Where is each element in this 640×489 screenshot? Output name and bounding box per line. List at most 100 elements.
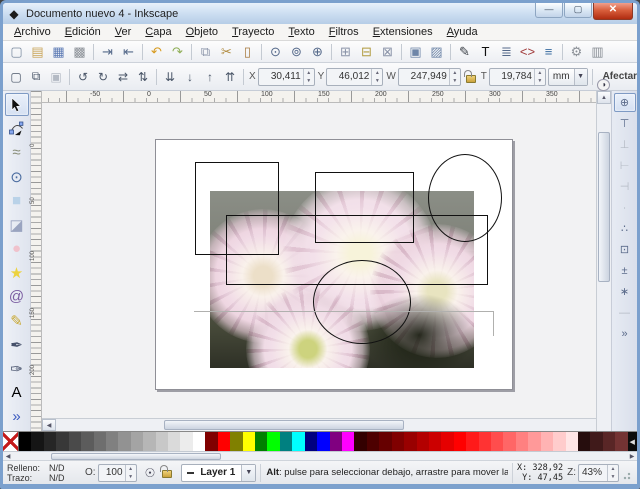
create-clone-icon[interactable]: ⊟	[356, 42, 377, 61]
preferences-icon[interactable]: ⚙	[566, 42, 587, 61]
save-document-icon[interactable]: ▦	[48, 42, 69, 61]
menu-item-texto[interactable]: Texto	[281, 25, 321, 39]
ellipse-shape-2[interactable]	[313, 260, 411, 344]
height-spinner[interactable]: ▲ ▼	[533, 68, 545, 85]
rotate-ccw-icon[interactable]: ↺	[73, 67, 93, 86]
spiral-tool-icon[interactable]: @	[5, 285, 29, 308]
color-swatch[interactable]	[118, 432, 131, 451]
color-swatch[interactable]	[404, 432, 417, 451]
color-swatch[interactable]	[453, 432, 467, 451]
tools-overflow-icon[interactable]: »	[5, 405, 29, 428]
snap-overflow-icon[interactable]: »	[614, 324, 636, 343]
snap-enable-icon[interactable]: ⊕	[613, 93, 636, 112]
flip-vertical-icon[interactable]: ⇅	[133, 67, 153, 86]
select-all-icon[interactable]: ▢	[6, 67, 26, 86]
menu-item-capa[interactable]: Capa	[138, 25, 178, 39]
horizontal-ruler[interactable]: -50 0 50 100 150 200 250 300 350	[42, 91, 596, 103]
color-swatch[interactable]	[565, 432, 578, 451]
select-all-layers-icon[interactable]: ⧉	[26, 67, 46, 86]
color-swatch[interactable]	[515, 432, 529, 451]
zoom-tool-icon[interactable]: ⊙	[5, 165, 29, 188]
color-swatch[interactable]	[354, 432, 367, 451]
width-spinner[interactable]: ▲ ▼	[448, 68, 460, 85]
color-swatch[interactable]	[491, 432, 504, 451]
raise-to-top-icon[interactable]: ⇈	[220, 67, 240, 86]
color-swatch[interactable]	[155, 432, 169, 451]
color-swatch[interactable]	[68, 432, 82, 451]
color-swatch[interactable]	[317, 432, 330, 451]
palette-scroll-left-icon[interactable]: ◀	[3, 453, 13, 460]
palette-scroll-thumb[interactable]	[51, 453, 221, 460]
ungroup-icon[interactable]: ▨	[426, 42, 447, 61]
close-button[interactable]: ✕	[593, 3, 633, 20]
menu-item-trayecto[interactable]: Trayecto	[225, 25, 281, 39]
rectangle-tool-icon[interactable]: ■	[5, 189, 29, 212]
color-swatch[interactable]	[441, 432, 454, 451]
resize-grip[interactable]	[623, 463, 633, 482]
x-spinner[interactable]: ▲ ▼	[302, 68, 314, 85]
color-swatch[interactable]	[205, 432, 218, 451]
import-document-icon[interactable]: ⇥	[97, 42, 118, 61]
xml-editor-icon[interactable]: <>	[517, 42, 538, 61]
color-swatch[interactable]	[304, 432, 318, 451]
zoom-spinner[interactable]: ▲ ▼	[607, 464, 618, 481]
paste-icon[interactable]: ▯	[237, 42, 258, 61]
calligraphy-tool-icon[interactable]: ✑	[5, 357, 29, 380]
vertical-scrollbar[interactable]: ◑ ▲	[596, 79, 611, 431]
menu-item-objeto[interactable]: Objeto	[179, 25, 225, 39]
snap-cusp-nodes-icon[interactable]: ∗	[614, 282, 636, 301]
align-dialog-icon[interactable]: ≡	[538, 42, 559, 61]
pencil-tool-icon[interactable]: ✎	[5, 309, 29, 332]
title-bar[interactable]: ◆ Documento nuevo 4 - Inkscape — ▢ ✕	[3, 3, 637, 24]
color-swatch[interactable]	[279, 432, 293, 451]
layer-visibility-eye-icon[interactable]: ☉	[145, 466, 156, 480]
copy-icon[interactable]: ⧉	[195, 42, 216, 61]
color-swatch[interactable]	[366, 432, 380, 451]
maximize-button[interactable]: ▢	[564, 3, 592, 18]
unlink-clone-icon[interactable]: ⊠	[377, 42, 398, 61]
snap-nodes-icon[interactable]: ∴	[614, 219, 636, 238]
snap-paths-icon[interactable]: ⊡	[614, 240, 636, 259]
menu-item-edición[interactable]: Edición	[58, 25, 108, 39]
undo-icon[interactable]: ↶	[146, 42, 167, 61]
color-swatch[interactable]	[466, 432, 479, 451]
color-swatch[interactable]	[478, 432, 492, 451]
layer-lock-icon[interactable]	[160, 464, 173, 478]
color-swatch[interactable]	[19, 432, 32, 451]
tweak-tool-icon[interactable]: ≈	[5, 141, 29, 164]
gray-path-horizontal[interactable]	[194, 311, 494, 312]
lower-icon[interactable]: ↓	[180, 67, 200, 86]
text-dialog-icon[interactable]: T	[475, 42, 496, 61]
height-input[interactable]	[489, 68, 534, 85]
print-document-icon[interactable]: ▩	[69, 42, 90, 61]
duplicate-icon[interactable]: ⊞	[335, 42, 356, 61]
flip-horizontal-icon[interactable]: ⇄	[113, 67, 133, 86]
snap-bbox-icon[interactable]: ⊤	[614, 114, 636, 133]
snap-bbox-corners-icon[interactable]: ⊢	[614, 156, 636, 175]
color-swatch[interactable]	[503, 432, 516, 451]
zoom-selection-icon[interactable]: ⊚	[286, 42, 307, 61]
lower-to-bottom-icon[interactable]: ⇊	[160, 67, 180, 86]
menu-item-extensiones[interactable]: Extensiones	[366, 25, 440, 39]
palette-prev-icon[interactable]: ◀	[627, 432, 637, 451]
zoom-page-icon[interactable]: ⊕	[307, 42, 328, 61]
palette-scroll-right-icon[interactable]: ▶	[627, 453, 637, 460]
lock-ratio-icon[interactable]	[463, 69, 476, 83]
open-document-icon[interactable]: ▤	[27, 42, 48, 61]
horizontal-scrollbar[interactable]: ◀	[42, 418, 596, 431]
color-swatch[interactable]	[105, 432, 119, 451]
color-swatch[interactable]	[130, 432, 144, 451]
color-swatch[interactable]	[577, 432, 591, 451]
color-swatch[interactable]	[217, 432, 231, 451]
color-swatch[interactable]	[602, 432, 616, 451]
fill-stroke-indicator[interactable]: Relleno: N/D Trazo: N/D	[7, 463, 75, 483]
color-swatch[interactable]	[528, 432, 541, 451]
group-icon[interactable]: ▣	[405, 42, 426, 61]
scroll-left-icon[interactable]: ◀	[42, 419, 56, 431]
snap-bbox-edges-icon[interactable]: ⊥	[614, 135, 636, 154]
cms-toggle-button[interactable]: ◑	[597, 79, 610, 91]
color-swatch[interactable]	[43, 432, 57, 451]
minimize-button[interactable]: —	[535, 3, 563, 18]
color-swatch[interactable]	[168, 432, 181, 451]
color-swatch[interactable]	[255, 432, 268, 451]
